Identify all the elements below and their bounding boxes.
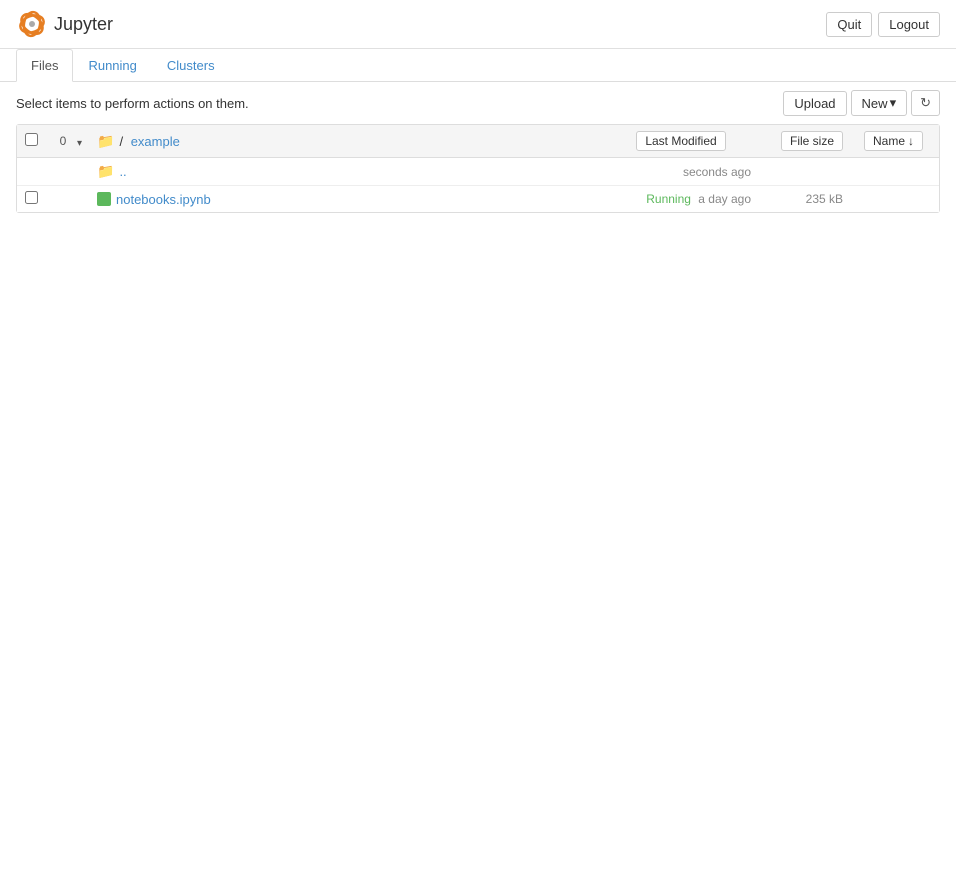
refresh-button[interactable]: ↻ — [911, 90, 940, 116]
table-row: 📁 .. seconds ago — [17, 158, 939, 186]
header: Jupyter Quit Logout — [0, 0, 956, 49]
notebook-modified-time: a day ago — [698, 192, 751, 206]
select-all-check[interactable] — [25, 133, 49, 149]
quit-button[interactable]: Quit — [826, 12, 872, 37]
column-header-size: File size — [761, 131, 851, 151]
row-check-notebook[interactable] — [25, 191, 49, 207]
name-sort-button[interactable]: Name ↓ — [864, 131, 923, 151]
file-list-header: 0 ▾ 📁 / example Last Modified File size … — [17, 125, 939, 158]
file-size-sort-button[interactable]: File size — [781, 131, 843, 151]
row-modified-parent: seconds ago — [601, 165, 761, 179]
row-name-notebook: notebooks.ipynb — [97, 192, 601, 207]
jupyter-logo-icon — [16, 8, 48, 40]
new-button[interactable]: New ▾ — [851, 90, 908, 116]
select-info-text: Select items to perform actions on them. — [16, 96, 249, 111]
table-row: notebooks.ipynb Running a day ago 235 kB — [17, 186, 939, 212]
new-caret-icon: ▾ — [890, 95, 897, 111]
parent-dir-link[interactable]: .. — [119, 164, 126, 179]
dropdown-caret-icon: ▾ — [77, 138, 82, 149]
last-modified-sort-button[interactable]: Last Modified — [636, 131, 725, 151]
notebook-icon — [97, 192, 111, 206]
logout-button[interactable]: Logout — [878, 12, 940, 37]
notebook-checkbox[interactable] — [25, 191, 38, 204]
breadcrumb: 📁 / example — [97, 133, 601, 150]
select-all-checkbox[interactable] — [25, 133, 38, 146]
running-badge: Running — [646, 192, 691, 206]
breadcrumb-space — [125, 134, 129, 149]
toolbar-actions: Upload New ▾ ↻ — [783, 90, 940, 116]
tab-running[interactable]: Running — [73, 49, 151, 82]
folder-icon: 📁 — [97, 133, 114, 150]
new-button-label: New — [862, 96, 888, 111]
app-title: Jupyter — [54, 14, 113, 35]
upload-button[interactable]: Upload — [783, 91, 846, 116]
tabs: Files Running Clusters — [0, 49, 956, 82]
row-modified-notebook: Running a day ago — [601, 192, 761, 206]
logo: Jupyter — [16, 8, 113, 40]
column-header-name-sort: Name ↓ — [851, 131, 931, 151]
folder-up-icon: 📁 — [97, 163, 114, 180]
notebook-file-link[interactable]: notebooks.ipynb — [116, 192, 211, 207]
breadcrumb-separator: / — [119, 134, 123, 149]
breadcrumb-folder-link[interactable]: example — [131, 134, 180, 149]
toolbar: Select items to perform actions on them.… — [0, 82, 956, 124]
tab-clusters[interactable]: Clusters — [152, 49, 230, 82]
selected-count: 0 — [49, 134, 77, 148]
name-sort-icon: ↓ — [908, 134, 914, 148]
column-header-modified: Last Modified — [601, 131, 761, 151]
dropdown-toggle[interactable]: ▾ — [77, 134, 97, 149]
tab-files[interactable]: Files — [16, 49, 73, 82]
name-sort-label: Name — [873, 134, 905, 148]
file-list: 0 ▾ 📁 / example Last Modified File size … — [16, 124, 940, 213]
header-buttons: Quit Logout — [826, 12, 940, 37]
row-name-parent: 📁 .. — [97, 163, 601, 180]
row-size-notebook: 235 kB — [761, 192, 851, 206]
